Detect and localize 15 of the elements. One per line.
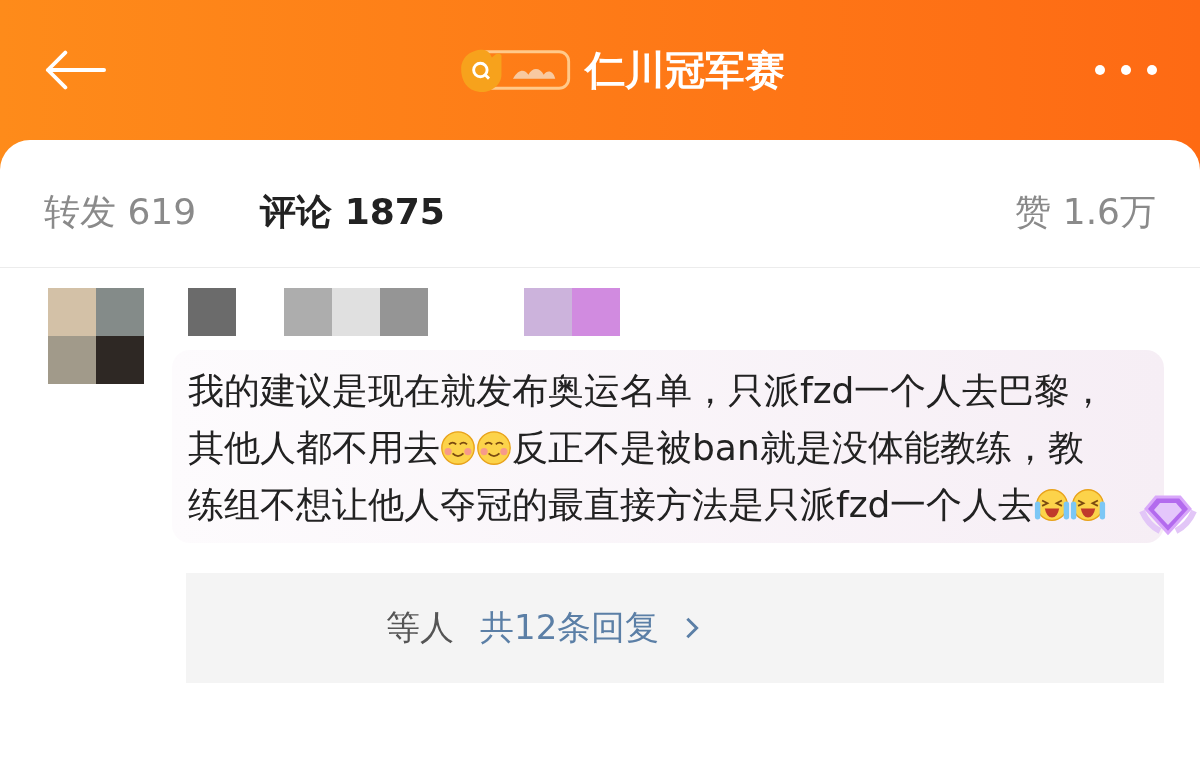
tab[interactable]: 转发 619 (44, 188, 197, 237)
pixelated-username (188, 288, 236, 336)
crying-laughing-face-icon (1070, 487, 1107, 523)
replies-link[interactable]: 共12条回复 (480, 605, 660, 651)
chevron-right-icon[interactable] (685, 616, 700, 640)
tab[interactable]: 评论 1875 (260, 188, 445, 237)
smiling-face-icon (440, 430, 476, 466)
reply-authors: 等人 (386, 606, 454, 649)
smiling-face-icon (476, 430, 512, 466)
more-icon[interactable] (1094, 64, 1158, 76)
comment-text: 我的建议是现在就发布奥运名单，只派fzd一个人去巴黎，其他人都不用去 反正不是被ban就是没体能教练，教练组不想让他人夺冠的最直接方法是只派fzd一个人去 (188, 369, 1108, 527)
like-count[interactable]: 赞 1.6万 (1015, 188, 1156, 237)
header-title: 仁川冠军赛 (585, 45, 785, 95)
back-icon[interactable] (44, 50, 106, 90)
crying-laughing-face-icon (1034, 487, 1071, 523)
